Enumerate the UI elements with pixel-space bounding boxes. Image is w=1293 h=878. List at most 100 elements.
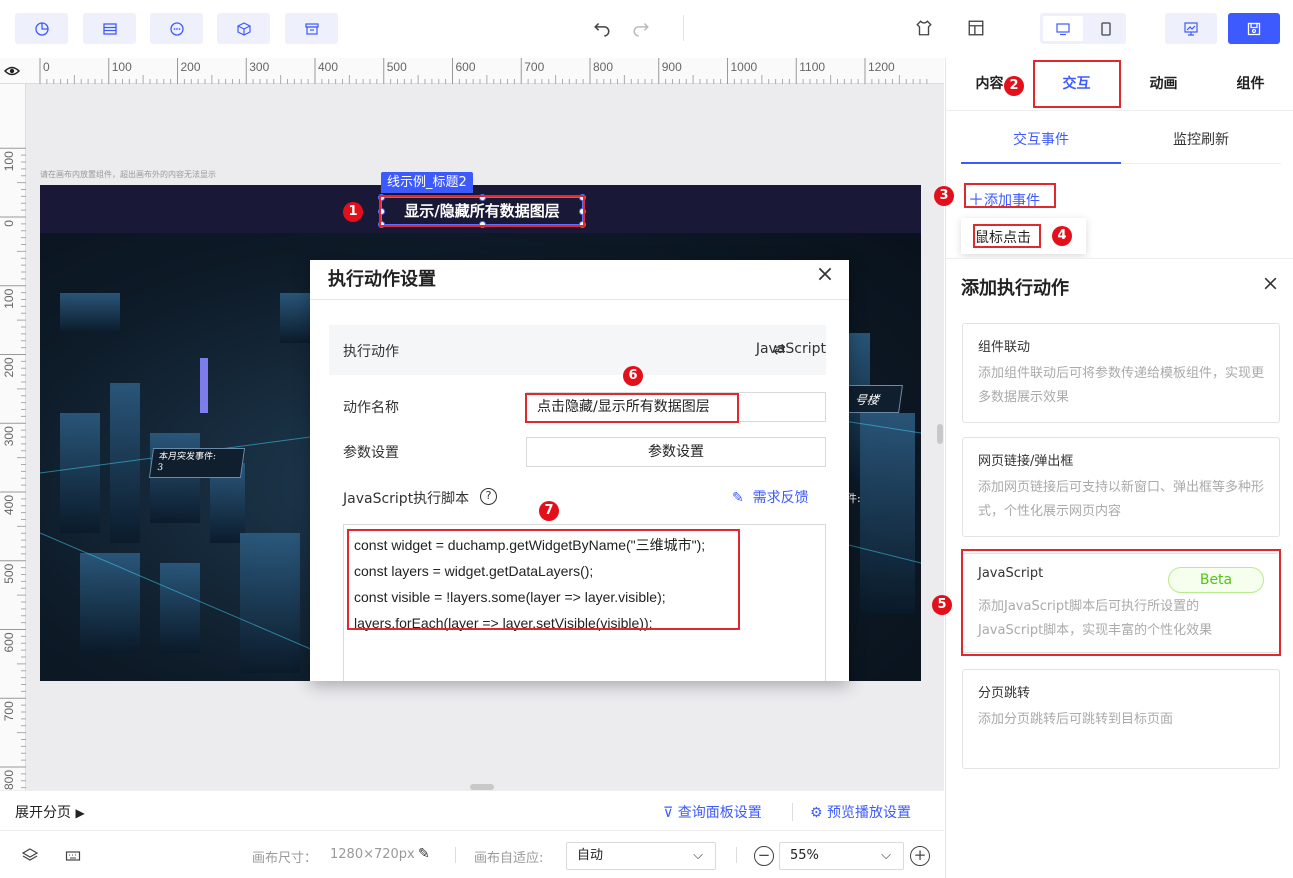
save-icon[interactable]	[1228, 13, 1280, 44]
action-type-value: JavaScript	[755, 341, 826, 357]
ruler-label: 900	[662, 60, 682, 74]
ruler-label: 400	[2, 495, 16, 515]
more-icon[interactable]	[150, 13, 203, 44]
action-type-label: 执行动作	[343, 344, 399, 360]
close-icon[interactable]	[816, 265, 836, 285]
callout-badge-6: 6	[623, 366, 643, 386]
ruler-label: 100	[112, 60, 132, 74]
cube-icon[interactable]	[217, 13, 270, 44]
ruler-label: 0	[43, 60, 50, 74]
edit-size-icon[interactable]: ✎	[418, 846, 430, 862]
keyboard-icon[interactable]	[65, 848, 83, 866]
template-icon[interactable]	[962, 14, 990, 42]
ruler-label: 800	[593, 60, 613, 74]
desktop-icon[interactable]	[1043, 16, 1083, 41]
canvas-status-bar: 画布尺寸： 1280×720px ✎ 画布自适应: 自动 ⌵ − 55% ⌵ +	[0, 830, 944, 878]
page-bar: 展开分页 ▶ ⊽ 查询面板设置 ⚙ 预览播放设置	[0, 790, 944, 830]
ruler-label: 1000	[731, 60, 758, 74]
subtab-interaction-events[interactable]: 交互事件	[961, 118, 1121, 164]
tab-divider	[946, 110, 1293, 111]
ruler-label: 500	[2, 563, 16, 583]
canvas-size-value: 1280×720px	[330, 847, 415, 862]
adapt-select[interactable]: 自动 ⌵	[566, 842, 716, 870]
adapt-label: 画布自适应:	[474, 851, 544, 866]
divider	[792, 803, 793, 821]
callout-badge-4: 4	[1052, 226, 1072, 246]
ruler-label: 300	[249, 60, 269, 74]
expand-pages-button[interactable]: 展开分页 ▶	[15, 802, 85, 822]
canvas-size-label: 画布尺寸：	[252, 851, 318, 866]
callout-box-5	[961, 549, 1281, 656]
zoom-in-icon[interactable]: +	[910, 846, 930, 866]
script-label: JavaScript执行脚本	[343, 491, 470, 507]
subtab-monitor-refresh[interactable]: 监控刷新	[1121, 118, 1281, 164]
chart-icon[interactable]	[15, 13, 68, 44]
ruler-left: 100 0 100 200 300 400 500 600 700 800	[0, 84, 26, 790]
table-icon[interactable]	[83, 13, 136, 44]
ruler-label: 800	[2, 770, 16, 790]
action-card-web-link[interactable]: 网页链接/弹出框 添加网页链接后可支持以新窗口、弹出框等多种形式，个性化展示网页…	[962, 437, 1280, 537]
archive-icon[interactable]	[285, 13, 338, 44]
callout-badge-1: 1	[343, 202, 363, 222]
help-icon[interactable]: ?	[480, 488, 497, 505]
close-icon[interactable]	[1262, 275, 1282, 295]
callout-badge-5: 5	[932, 595, 952, 615]
right-panel: 内容 交互 动画 组件 2 交互事件 监控刷新 ＋添加事件 3 鼠标点击 4 添…	[932, 58, 1293, 878]
feedback-link[interactable]: ✎ 需求反馈	[732, 487, 809, 507]
query-panel-button[interactable]: ⊽ 查询面板设置	[663, 802, 762, 822]
tab-components[interactable]: 组件	[1207, 58, 1293, 110]
theme-icon[interactable]	[910, 14, 938, 42]
zoom-select[interactable]: 55% ⌵	[779, 842, 904, 870]
scene-tag-events: 本月突发事件: 3	[148, 448, 246, 478]
canvas-hint: 请在画布内放置组件，超出画布外的内容无法显示	[40, 170, 216, 179]
zoom-out-icon[interactable]: −	[754, 846, 774, 866]
device-switch	[1040, 13, 1126, 44]
ruler-top-ticks: 0 100 200 300 400 500 600 700 800 900 1000 1100 1200	[39, 58, 928, 84]
vertical-scroll-handle[interactable]	[937, 424, 943, 444]
undo-icon[interactable]	[588, 14, 616, 42]
action-card-page-jump[interactable]: 分页跳转 添加分页跳转后可跳转到目标页面	[962, 669, 1280, 769]
callout-badge-2: 2	[1004, 76, 1024, 96]
gear-icon: ⚙	[810, 805, 823, 821]
action-card-component-link[interactable]: 组件联动 添加组件联动后可将参数传递给模板组件，实现更多数据展示效果	[962, 323, 1280, 423]
add-action-title: 添加执行动作	[961, 278, 1069, 299]
action-name-label: 动作名称	[343, 400, 399, 416]
ruler-label: 700	[2, 701, 16, 721]
dialog-header: 执行动作设置	[310, 260, 849, 300]
ruler-left-ticks: 100 0 100 200 300 400 500 600 700 800	[0, 147, 26, 790]
callout-box-2	[1033, 60, 1121, 108]
ruler-label: 500	[387, 60, 407, 74]
chevron-down-icon: ⌵	[881, 848, 891, 863]
filter-icon: ⊽	[663, 805, 674, 821]
ruler-label: 1100	[799, 60, 825, 74]
ruler-label: 200	[2, 357, 16, 377]
callout-box-6	[525, 393, 739, 423]
selected-widget-label: 线示例_标题2	[381, 172, 473, 193]
ruler-label: 1200	[868, 60, 895, 74]
toolbar-divider	[683, 15, 684, 41]
callout-box-7	[347, 529, 740, 630]
ruler-label: 700	[524, 60, 544, 74]
ruler-label: 100	[2, 288, 16, 308]
eye-icon[interactable]	[3, 63, 22, 79]
callout-box-4	[973, 224, 1041, 248]
edit-icon: ✎	[732, 490, 744, 506]
callout-box-3	[964, 183, 1056, 208]
divider	[455, 847, 456, 863]
tab-animation[interactable]: 动画	[1120, 58, 1207, 110]
preview-icon[interactable]	[1165, 13, 1217, 44]
callout-badge-3: 3	[934, 186, 954, 206]
preview-settings-button[interactable]: ⚙ 预览播放设置	[810, 802, 911, 822]
ruler-label: 600	[2, 632, 16, 652]
redo-icon[interactable]	[627, 14, 655, 42]
divider	[736, 847, 737, 863]
dialog-title: 执行动作设置	[328, 269, 436, 290]
param-settings-button[interactable]: 参数设置	[526, 437, 826, 467]
layers-icon[interactable]	[21, 847, 40, 865]
chevron-down-icon: ⌵	[693, 848, 703, 863]
ruler-top: 0 100 200 300 400 500 600 700 800 900 1000 1100 1200	[0, 58, 944, 84]
callout-box-1	[379, 195, 585, 227]
play-icon: ▶	[75, 806, 85, 820]
param-settings-label: 参数设置	[343, 445, 399, 461]
mobile-icon[interactable]	[1091, 16, 1121, 41]
